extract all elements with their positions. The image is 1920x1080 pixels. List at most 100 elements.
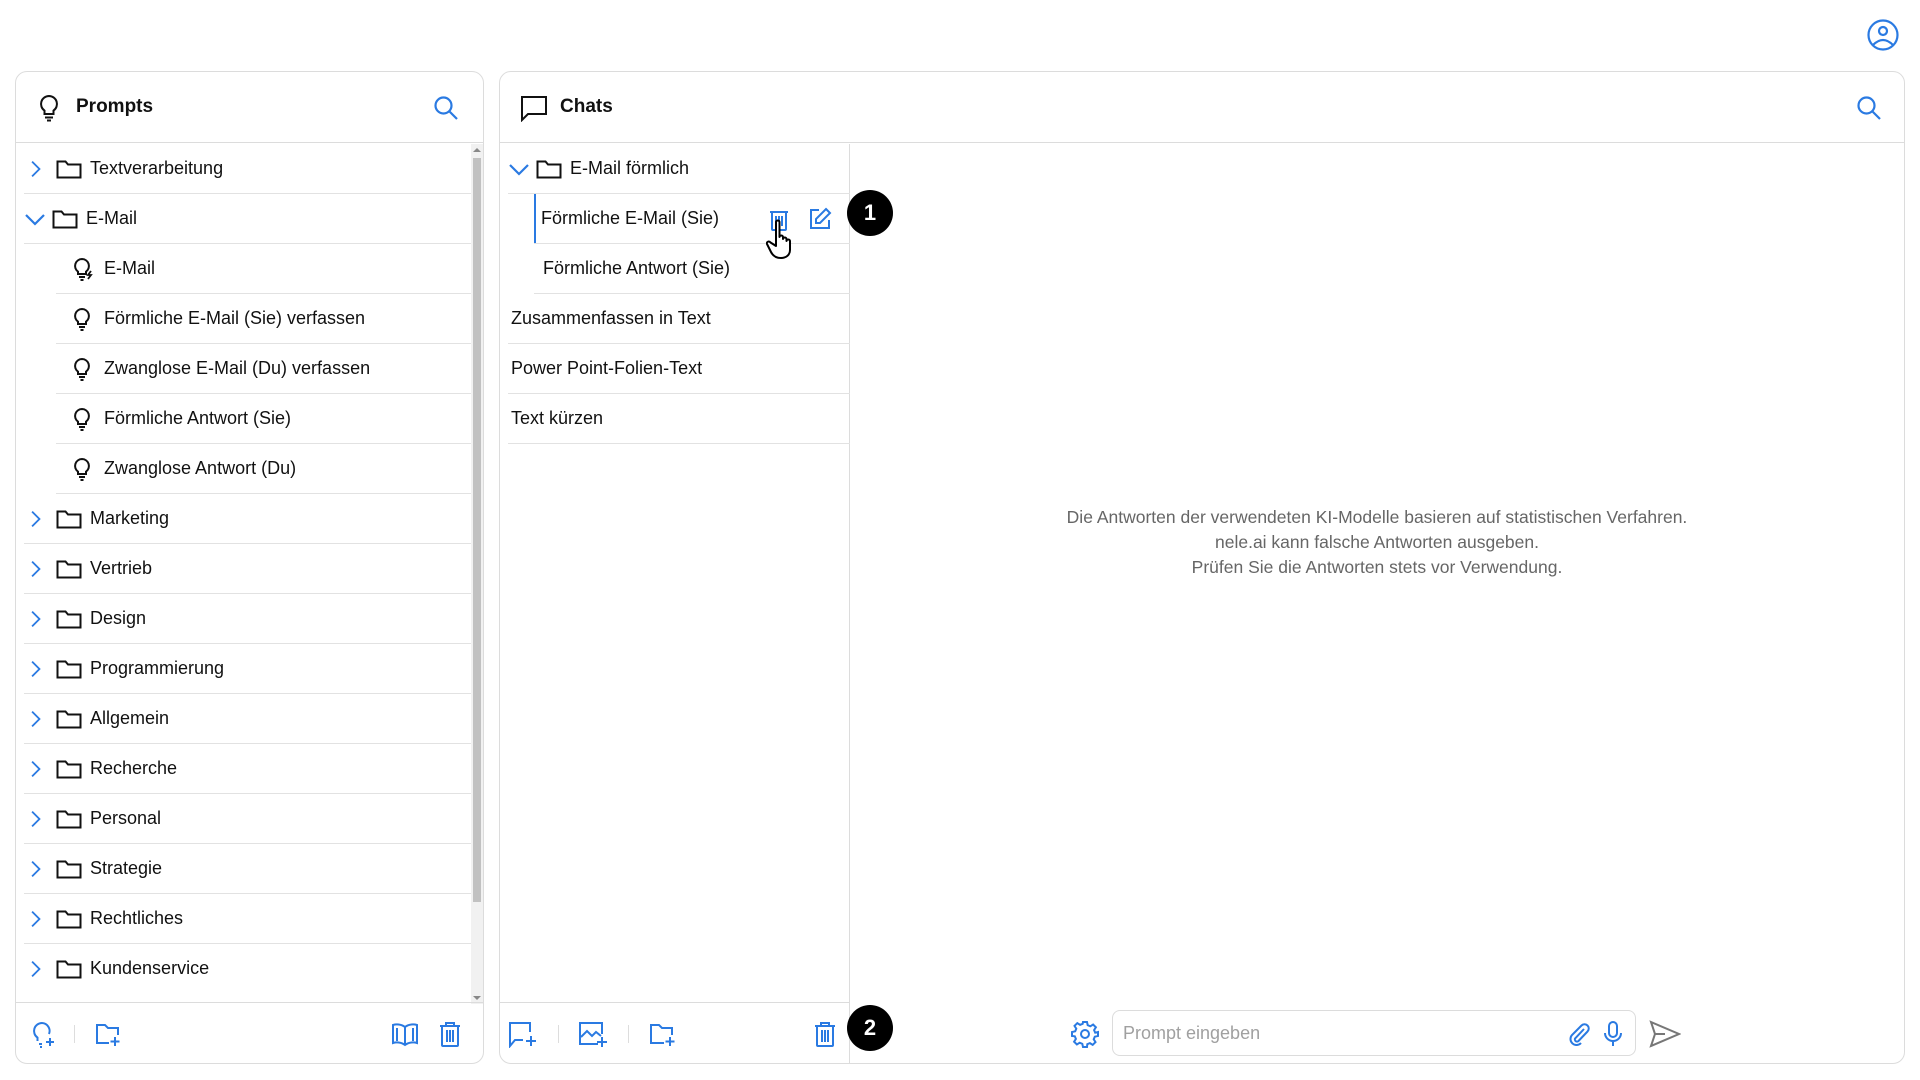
prompt-folder[interactable]: Programmierung: [24, 644, 474, 694]
trash-icon[interactable]: [436, 1020, 464, 1048]
chats-panel: Chats E-Mail förmlich Förmliche E-Mail (…: [499, 71, 1905, 1064]
footer-divider: [628, 1025, 629, 1043]
footer-divider: [558, 1025, 559, 1043]
new-image-chat-icon[interactable]: [578, 1020, 610, 1048]
attach-paperclip-icon[interactable]: [1567, 1022, 1591, 1046]
chevron-down-icon[interactable]: [24, 208, 46, 230]
prompt-folder[interactable]: Marketing: [24, 494, 474, 544]
prompt-item-label: Zwanglose Antwort (Du): [104, 458, 297, 478]
new-folder-icon[interactable]: [94, 1020, 122, 1048]
chats-header: Chats: [500, 72, 1904, 143]
microphone-icon[interactable]: [1603, 1020, 1623, 1048]
folder-icon: [52, 210, 78, 228]
chevron-right-icon[interactable]: [28, 708, 46, 730]
prompt-folder[interactable]: Rechtliches: [24, 894, 474, 944]
chat-item[interactable]: Text kürzen: [508, 394, 850, 444]
chat-item[interactable]: Zusammenfassen in Text: [508, 294, 850, 344]
user-account-button[interactable]: [1866, 18, 1900, 52]
chat-item-label: Zusammenfassen in Text: [511, 308, 711, 328]
prompt-folder[interactable]: Vertrieb: [24, 544, 474, 594]
prompt-item[interactable]: Förmliche Antwort (Sie): [56, 394, 474, 444]
new-prompt-icon[interactable]: [30, 1020, 58, 1048]
prompts-panel: Prompts Textverarbeitung E-Mail E-Mail Förm…: [15, 71, 484, 1064]
bulb-icon: [40, 94, 58, 122]
edit-icon[interactable]: [808, 207, 832, 231]
prompt-input[interactable]: [1123, 1019, 1543, 1047]
chevron-right-icon[interactable]: [28, 658, 46, 680]
scroll-thumb[interactable]: [473, 158, 481, 902]
prompt-folder[interactable]: Strategie: [24, 844, 474, 894]
chat-item[interactable]: Power Point-Folien-Text: [508, 344, 850, 394]
chat-folder-e-mail-foermlich[interactable]: E-Mail förmlich: [508, 144, 850, 194]
prompt-folder[interactable]: Recherche: [24, 744, 474, 794]
prompt-item[interactable]: Zwanglose E-Mail (Du) verfassen: [56, 344, 474, 394]
prompt-folder[interactable]: Personal: [24, 794, 474, 844]
annotation-badge-2: 2: [847, 1005, 893, 1051]
chevron-right-icon[interactable]: [28, 758, 46, 780]
user-circle-icon: [1867, 19, 1899, 51]
folder-icon: [56, 610, 82, 628]
folder-icon: [56, 760, 82, 778]
prompt-input-box: [1112, 1010, 1636, 1056]
chevron-right-icon[interactable]: [28, 908, 46, 930]
prompt-folder-label: Rechtliches: [90, 908, 184, 928]
chats-search-icon[interactable]: [1856, 95, 1882, 121]
chat-item-label: Förmliche Antwort (Sie): [543, 258, 731, 278]
send-icon[interactable]: [1649, 1020, 1681, 1048]
prompts-header: Prompts: [16, 72, 483, 143]
folder-icon: [56, 660, 82, 678]
prompt-folder-label: Textverarbeitung: [90, 158, 224, 178]
chevron-right-icon[interactable]: [28, 158, 46, 180]
prompt-folder-label: Vertrieb: [90, 558, 153, 578]
prompts-search-icon[interactable]: [433, 95, 459, 121]
prompt-item[interactable]: Förmliche E-Mail (Sie) verfassen: [56, 294, 474, 344]
bulb-icon: [74, 307, 90, 331]
prompt-folder-label: E-Mail: [86, 208, 138, 228]
prompt-folder-label: Programmierung: [90, 658, 225, 678]
chevron-right-icon[interactable]: [28, 958, 46, 980]
prompt-folder[interactable]: Design: [24, 594, 474, 644]
folder-icon: [56, 810, 82, 828]
chat-item-label: Power Point-Folien-Text: [511, 358, 703, 378]
prompt-folder[interactable]: Kundenservice: [24, 944, 474, 992]
folder-icon: [56, 910, 82, 928]
chat-bubble-icon: [521, 96, 547, 122]
prompt-folder[interactable]: Textverarbeitung: [24, 144, 474, 194]
chevron-right-icon[interactable]: [28, 858, 46, 880]
chevron-right-icon[interactable]: [28, 608, 46, 630]
prompt-folder-label: Recherche: [90, 758, 178, 778]
prompt-folder-label: Strategie: [90, 858, 163, 878]
new-folder-icon[interactable]: [648, 1020, 680, 1048]
bulb-icon: [74, 407, 90, 431]
scroll-up-arrow[interactable]: [473, 148, 481, 152]
chevron-right-icon[interactable]: [28, 508, 46, 530]
chats-footer: [500, 1002, 850, 1063]
bulb-icon: [74, 357, 90, 381]
chat-item-active[interactable]: Förmliche E-Mail (Sie): [534, 194, 850, 259]
chat-item-label: Text kürzen: [511, 408, 604, 428]
prompt-folder-label: Marketing: [90, 508, 170, 528]
chevron-right-icon[interactable]: [28, 558, 46, 580]
prompt-item[interactable]: E-Mail: [56, 244, 474, 294]
folder-icon: [56, 710, 82, 728]
library-icon[interactable]: [391, 1020, 419, 1048]
new-chat-icon[interactable]: [508, 1020, 540, 1048]
annotation-badge-1: 1: [847, 190, 893, 236]
bulb-icon: [74, 457, 90, 481]
chat-list: E-Mail förmlich Förmliche E-Mail (Sie) F…: [500, 144, 850, 1004]
prompt-item[interactable]: Zwanglose Antwort (Du): [56, 444, 474, 494]
prompt-item-label: Förmliche Antwort (Sie): [104, 408, 292, 428]
settings-gear-icon[interactable]: [1071, 1020, 1099, 1048]
prompt-folder[interactable]: Allgemein: [24, 694, 474, 744]
chat-item-label: Förmliche E-Mail (Sie): [541, 208, 720, 228]
prompts-scrollbar[interactable]: [471, 144, 483, 1004]
folder-icon: [56, 510, 82, 528]
chevron-down-icon[interactable]: [508, 158, 530, 180]
scroll-down-arrow[interactable]: [473, 996, 481, 1000]
chat-folder-label: E-Mail förmlich: [570, 158, 690, 178]
chevron-right-icon[interactable]: [28, 808, 46, 830]
trash-icon[interactable]: [811, 1020, 839, 1048]
disclaimer-line: Prüfen Sie die Antworten stets vor Verwe…: [1191, 557, 1563, 577]
prompt-folder[interactable]: E-Mail: [24, 194, 474, 244]
chat-item[interactable]: Förmliche Antwort (Sie): [534, 244, 850, 294]
